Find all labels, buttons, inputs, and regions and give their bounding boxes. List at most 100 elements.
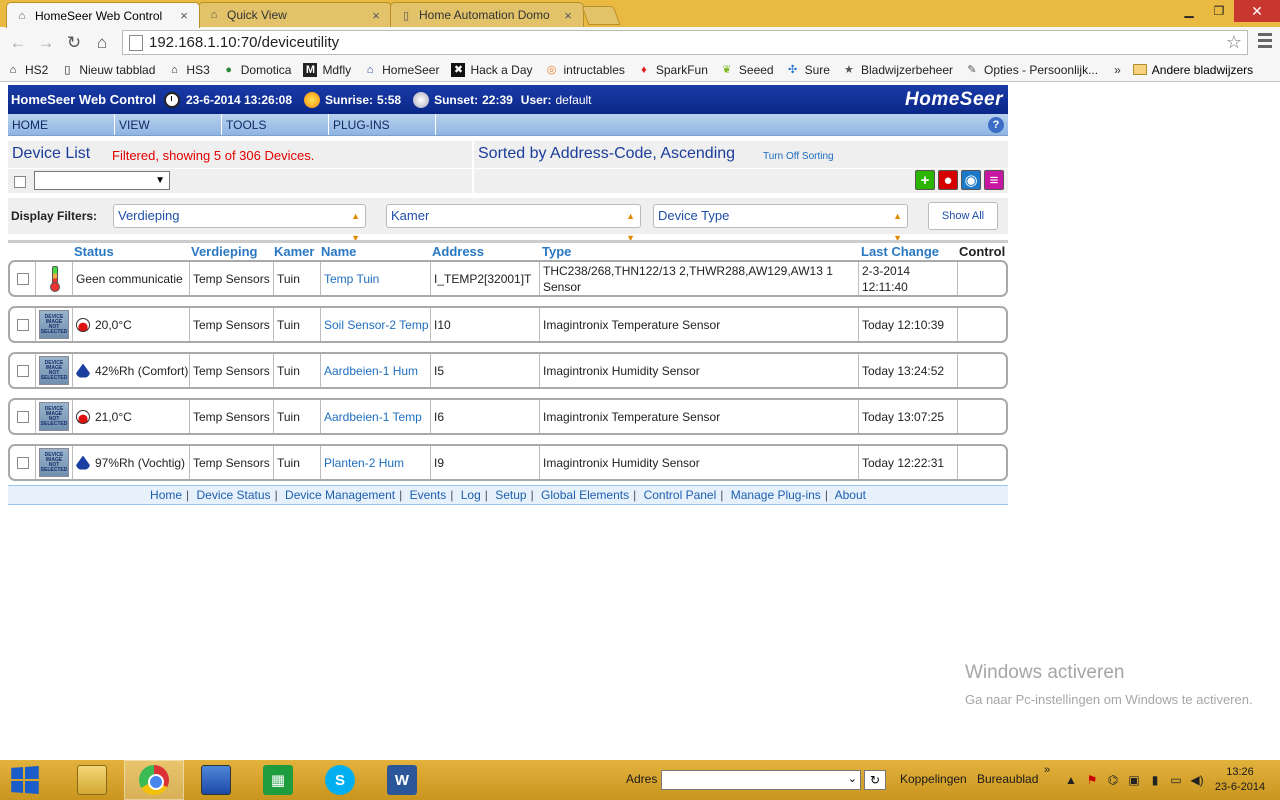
select-all-checkbox[interactable] (14, 176, 26, 188)
row-checkbox[interactable] (16, 272, 29, 285)
bookmark-domotica[interactable]: ● Domotica (222, 63, 291, 77)
show-all-button[interactable]: Show All (928, 202, 998, 230)
network-tray-icon[interactable]: ⌬ (1106, 773, 1120, 787)
close-icon[interactable]: × (177, 8, 191, 23)
bookmark-nieuw-tabblad[interactable]: ▯ Nieuw tabblad (60, 63, 155, 77)
device-name-link[interactable]: Planten-2 Hum (321, 446, 431, 479)
row-checkbox[interactable] (16, 410, 29, 423)
toolbar-overflow-button[interactable]: » (1044, 764, 1050, 776)
tab-home-automation[interactable]: ▯ Home Automation Domo × (390, 2, 584, 27)
taskbar-remote-desktop[interactable] (186, 760, 246, 800)
row-checkbox[interactable] (16, 456, 29, 469)
taskbar-address-input[interactable]: ⌄ (661, 770, 861, 790)
footer-link-about[interactable]: About (835, 488, 866, 502)
temperature-icon (76, 409, 90, 424)
bookmark-sparkfun[interactable]: ♦ SparkFun (637, 63, 708, 77)
more-bookmarks-button[interactable]: » (1114, 63, 1121, 77)
close-icon[interactable]: × (369, 8, 383, 23)
device-name-link[interactable]: Soil Sensor-2 Temp (321, 308, 431, 341)
window-close-icon[interactable]: ✕ (1234, 0, 1280, 22)
taskbar-store[interactable]: ▦ (248, 760, 308, 800)
help-icon[interactable]: ? (988, 117, 1004, 133)
maximize-icon[interactable]: ❐ (1204, 0, 1234, 22)
taskbar-clock[interactable]: 13:26 23-6-2014 (1212, 765, 1268, 795)
start-button[interactable] (0, 760, 48, 800)
new-tab-button[interactable] (581, 6, 621, 25)
row-checkbox-cell (10, 446, 36, 479)
add-device-icon[interactable]: + (915, 170, 935, 190)
other-bookmarks-folder[interactable]: Andere bladwijzers (1132, 63, 1253, 77)
row-checkbox[interactable] (16, 364, 29, 377)
bookmark-intructables[interactable]: ◎ intructables (545, 63, 625, 77)
url-text[interactable]: 192.168.1.10:70/deviceutility (149, 34, 1221, 51)
bookmark-mdfly[interactable]: M Mdfly (303, 62, 351, 77)
back-icon[interactable]: ← (4, 29, 32, 57)
address-bar[interactable]: 192.168.1.10:70/deviceutility ☆ (122, 30, 1248, 55)
refresh-icon[interactable]: ↻ (864, 770, 886, 790)
bookmark-sure[interactable]: ✣ Sure (786, 63, 830, 77)
bookmark-hack-a-day[interactable]: ✖ Hack a Day (451, 62, 533, 77)
footer-link-global-elements[interactable]: Global Elements (541, 488, 629, 502)
links-toolbar[interactable]: Koppelingen (900, 772, 967, 786)
menu-home[interactable]: HOME (8, 114, 115, 135)
action-center-flag-icon[interactable]: ⚑ (1085, 773, 1099, 787)
close-icon[interactable]: × (561, 8, 575, 23)
column-kamer[interactable]: Kamer (274, 244, 314, 259)
desktop-toolbar[interactable]: Bureaublad (977, 772, 1038, 786)
star-icon[interactable]: ☆ (1221, 32, 1247, 53)
taskbar-chrome[interactable] (124, 760, 184, 800)
bookmark-hs3[interactable]: ⌂ HS3 (167, 63, 210, 77)
home-icon[interactable]: ⌂ (88, 29, 116, 57)
reload-icon[interactable]: ↻ (60, 29, 88, 57)
bookmark-hs2[interactable]: ⌂ HS2 (6, 63, 49, 77)
bulk-action-select[interactable]: ▼ (34, 171, 170, 190)
display-tray-icon[interactable]: ▣ (1127, 773, 1141, 787)
chrome-menu-icon[interactable] (1258, 33, 1272, 51)
footer-link-control-panel[interactable]: Control Panel (644, 488, 717, 502)
column-status[interactable]: Status (74, 244, 114, 259)
tray-up-arrow-icon[interactable]: ▲ (1064, 773, 1078, 787)
footer-link-log[interactable]: Log (461, 488, 481, 502)
footer-link-home[interactable]: Home (150, 488, 182, 502)
footer-link-events[interactable]: Events (410, 488, 447, 502)
footer-link-device-status[interactable]: Device Status (197, 488, 271, 502)
bookmark-opties[interactable]: ✎ Opties - Persoonlijk... (965, 63, 1098, 77)
bookmark-seeed[interactable]: ❦ Seeed (720, 63, 773, 77)
column-address[interactable]: Address (432, 244, 484, 259)
device-type-filter-select[interactable]: Device Type ▲ ▼ (653, 204, 908, 243)
tab-homeseer[interactable]: ⌂ HomeSeer Web Control × (6, 2, 200, 28)
list-icon[interactable]: ≡ (984, 170, 1004, 190)
stop-icon[interactable]: ● (938, 170, 958, 190)
device-name-link[interactable]: Temp Tuin (321, 262, 431, 295)
power-icon[interactable]: ▭ (1169, 773, 1183, 787)
column-type[interactable]: Type (542, 244, 571, 259)
taskbar-skype[interactable]: S (310, 760, 370, 800)
signal-bars-icon[interactable]: ▮ (1148, 773, 1162, 787)
footer-link-setup[interactable]: Setup (495, 488, 526, 502)
column-verdieping[interactable]: Verdieping (191, 244, 257, 259)
column-last-change[interactable]: Last Change (861, 244, 939, 259)
menu-view[interactable]: VIEW (115, 114, 222, 135)
bookmark-homeseer[interactable]: ⌂ HomeSeer (363, 63, 440, 77)
separator: | (399, 488, 403, 502)
kamer-filter-select[interactable]: Kamer ▲ ▼ (386, 204, 641, 243)
footer-link-manage-plug-ins[interactable]: Manage Plug-ins (731, 488, 821, 502)
menu-plug-ins[interactable]: PLUG-INS (329, 114, 436, 135)
turn-off-sorting-link[interactable]: Turn Off Sorting (763, 151, 834, 162)
network-icon[interactable]: ◉ (961, 170, 981, 190)
forward-icon[interactable]: → (32, 29, 60, 57)
menu-tools[interactable]: TOOLS (222, 114, 329, 135)
volume-icon[interactable]: ◀) (1190, 773, 1204, 787)
verdieping-filter-select[interactable]: Verdieping ▲ ▼ (113, 204, 366, 243)
tab-quick-view[interactable]: ⌂ Quick View × (198, 2, 392, 27)
device-name-link[interactable]: Aardbeien-1 Temp (321, 400, 431, 433)
device-name-link[interactable]: Aardbeien-1 Hum (321, 354, 431, 387)
column-name[interactable]: Name (321, 244, 356, 259)
taskbar-word[interactable]: W (372, 760, 432, 800)
taskbar-file-explorer[interactable] (62, 760, 122, 800)
footer-link-device-management[interactable]: Device Management (285, 488, 395, 502)
bookmark-bladwijzerbeheer[interactable]: ★ Bladwijzerbeheer (842, 63, 953, 77)
chevron-down-icon[interactable]: ⌄ (848, 772, 857, 785)
minimize-icon[interactable]: ▁ (1174, 0, 1204, 22)
row-checkbox[interactable] (16, 318, 29, 331)
